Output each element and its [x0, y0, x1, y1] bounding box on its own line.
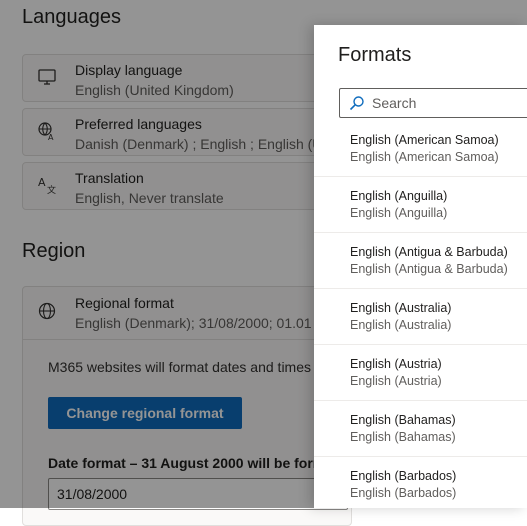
list-item[interactable]: English (Barbados) English (Barbados) — [314, 457, 527, 508]
format-name: English (Barbados) — [350, 469, 457, 483]
list-item[interactable]: English (Antigua & Barbuda) English (Ant… — [314, 233, 527, 289]
list-item[interactable]: English (Anguilla) English (Anguilla) — [314, 177, 527, 233]
format-name: English (American Samoa) — [350, 133, 499, 147]
format-native-name: English (American Samoa) — [350, 150, 499, 164]
list-item[interactable]: English (American Samoa) English (Americ… — [314, 121, 527, 177]
format-name: English (Antigua & Barbuda) — [350, 245, 508, 259]
format-name: English (Australia) — [350, 301, 452, 315]
format-name: English (Austria) — [350, 357, 442, 371]
formats-panel: Formats English (American Samoa) English… — [314, 25, 527, 508]
format-native-name: English (Bahamas) — [350, 430, 456, 444]
format-name: English (Anguilla) — [350, 189, 448, 203]
search-icon — [349, 96, 364, 111]
formats-list: English (American Samoa) English (Americ… — [314, 121, 527, 508]
list-item[interactable]: English (Australia) English (Australia) — [314, 289, 527, 345]
format-native-name: English (Austria) — [350, 374, 442, 388]
format-native-name: English (Australia) — [350, 318, 452, 332]
format-native-name: English (Antigua & Barbuda) — [350, 262, 508, 276]
list-item[interactable]: English (Austria) English (Austria) — [314, 345, 527, 401]
format-native-name: English (Barbados) — [350, 486, 457, 500]
search-input[interactable] — [372, 92, 527, 114]
format-native-name: English (Anguilla) — [350, 206, 448, 220]
formats-panel-title: Formats — [338, 44, 412, 66]
search-box[interactable] — [339, 88, 527, 118]
list-item[interactable]: English (Bahamas) English (Bahamas) — [314, 401, 527, 457]
format-name: English (Bahamas) — [350, 413, 456, 427]
